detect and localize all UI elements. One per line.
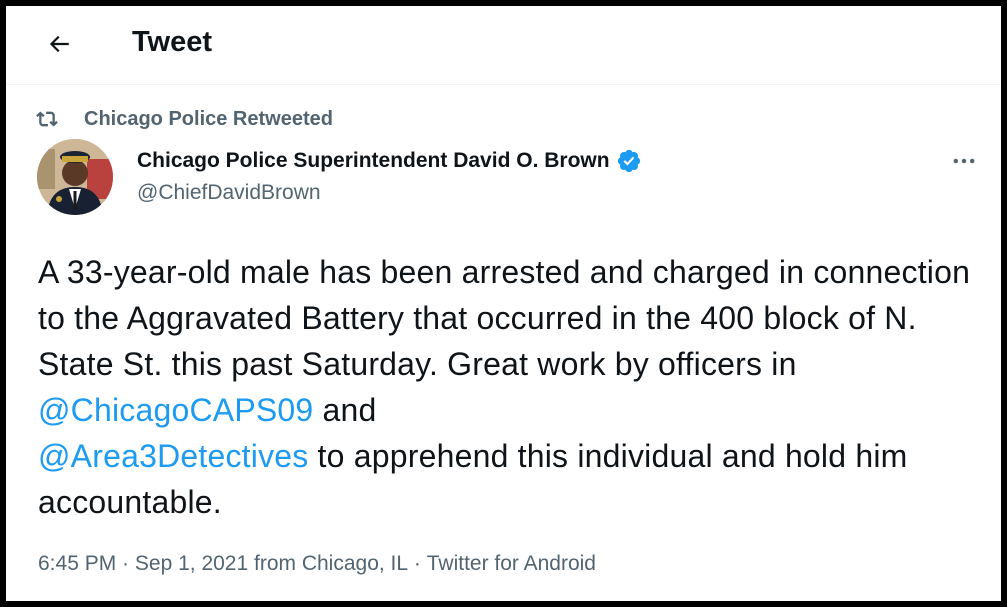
author-name: Chicago Police Superintendent David O. B… bbox=[137, 149, 610, 172]
author-name-row[interactable]: Chicago Police Superintendent David O. B… bbox=[137, 146, 642, 176]
page-title: Tweet bbox=[132, 26, 213, 58]
verified-badge-icon bbox=[616, 148, 642, 174]
avatar[interactable] bbox=[37, 139, 113, 215]
tweet-text-part: and bbox=[313, 392, 377, 428]
tweet-metadata: 6:45 PM · Sep 1, 2021 from Chicago, IL ·… bbox=[38, 550, 596, 578]
more-options-button[interactable] bbox=[946, 146, 982, 176]
page-header: Tweet bbox=[6, 6, 1001, 85]
tweet-date[interactable]: Sep 1, 2021 bbox=[135, 550, 248, 578]
separator-dot: · bbox=[408, 552, 427, 575]
more-horizontal-icon bbox=[953, 158, 975, 164]
author-handle[interactable]: @ChiefDavidBrown bbox=[137, 181, 321, 205]
retweet-icon bbox=[36, 108, 58, 130]
arrow-left-icon bbox=[49, 35, 69, 53]
mention-link[interactable]: @ChicagoCAPS09 bbox=[38, 392, 313, 428]
tweet-location[interactable]: Chicago, IL bbox=[302, 550, 408, 578]
avatar-image bbox=[37, 139, 113, 215]
retweet-context[interactable]: Chicago Police Retweeted bbox=[36, 106, 333, 132]
retweet-label: Chicago Police Retweeted bbox=[84, 107, 333, 130]
tweet-text: A 33-year-old male has been arrested and… bbox=[38, 249, 988, 525]
tweet-page: Tweet Chicago Police Retweeted Chicago P… bbox=[6, 6, 1001, 601]
mention-link[interactable]: @Area3Detectives bbox=[38, 438, 308, 474]
from-label: from bbox=[248, 552, 302, 575]
tweet-text-part: A 33-year-old male has been arrested and… bbox=[38, 254, 971, 382]
tweet-time[interactable]: 6:45 PM bbox=[38, 550, 116, 578]
separator-dot: · bbox=[116, 552, 135, 575]
back-button[interactable] bbox=[42, 27, 76, 61]
tweet-source[interactable]: Twitter for Android bbox=[427, 550, 596, 578]
